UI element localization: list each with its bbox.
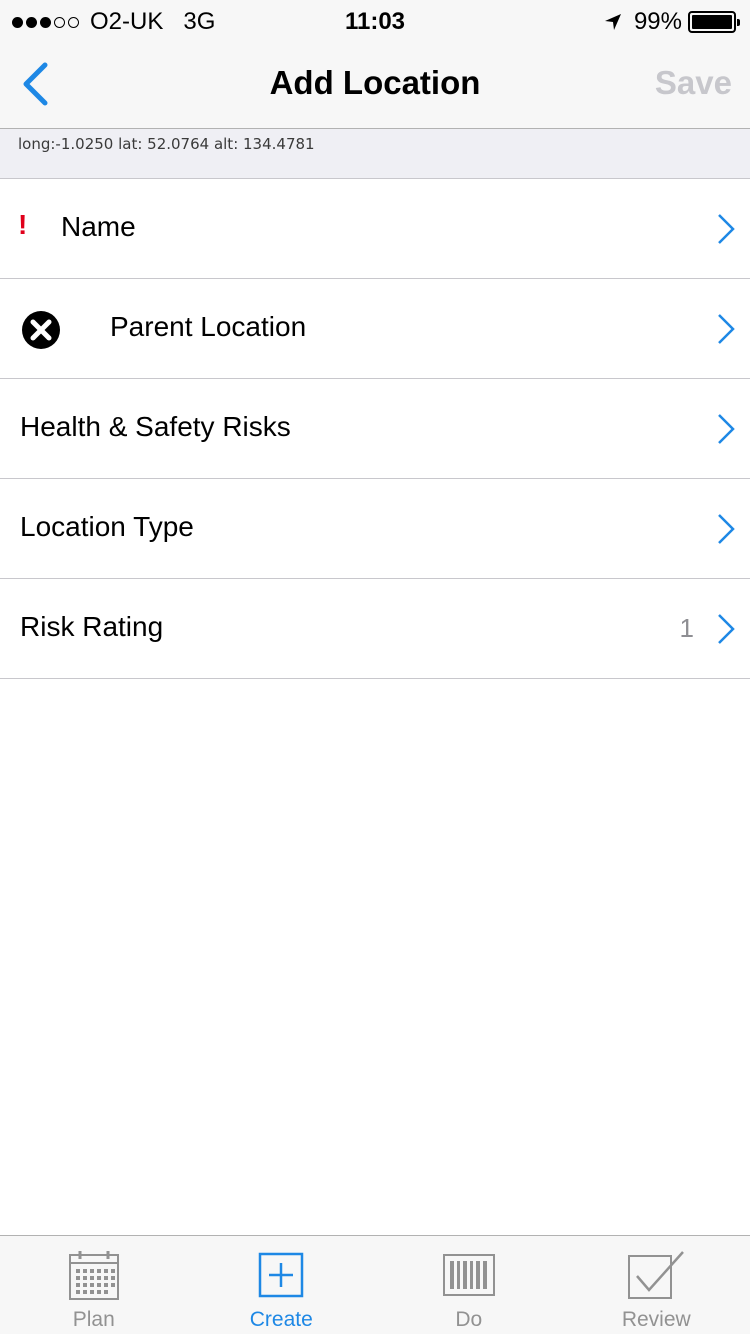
chevron-right-icon (716, 213, 736, 245)
chevron-right-icon (716, 313, 736, 345)
risk-rating-value: 1 (679, 613, 694, 643)
required-indicator: ! (18, 209, 28, 240)
form-list: ! Name Parent Location Health & Safety R… (0, 179, 750, 679)
chevron-right-icon (716, 413, 736, 445)
row-label: Parent Location (110, 311, 307, 342)
tab-plan[interactable]: Plan (0, 1236, 188, 1334)
plus-square-icon (188, 1248, 376, 1302)
row-label: Location Type (20, 511, 194, 542)
row-label: Health & Safety Risks (20, 411, 291, 442)
tab-label: Review (621, 1308, 691, 1331)
tab-label: Create (249, 1308, 313, 1331)
location-arrow-icon (604, 13, 622, 31)
tab-review[interactable]: Review (563, 1236, 750, 1334)
battery-level (692, 15, 732, 29)
tab-label: Do (455, 1308, 483, 1331)
location-type-row[interactable]: Location Type (0, 479, 750, 579)
health-safety-risks-row[interactable]: Health & Safety Risks (0, 379, 750, 479)
status-bar: O2-UK 3G 11:03 99% (0, 0, 750, 40)
tab-do[interactable]: Do (375, 1236, 563, 1334)
battery-cap (737, 19, 740, 26)
battery-icon (688, 11, 740, 33)
status-right: 99% (604, 8, 740, 36)
chevron-right-icon (716, 513, 736, 545)
battery-percent: 99% (633, 8, 682, 35)
coordinates-bar: long:-1.0250 lat: 52.0764 alt: 134.4781 (0, 129, 750, 179)
row-label: Risk Rating (20, 611, 164, 642)
tab-create[interactable]: Create (188, 1236, 376, 1334)
parent-location-row[interactable]: Parent Location (0, 279, 750, 379)
checkbox-icon (563, 1248, 750, 1302)
barcode-icon (375, 1248, 563, 1302)
save-button[interactable]: Save (655, 64, 732, 102)
coordinates-text: long:-1.0250 lat: 52.0764 alt: 134.4781 (18, 135, 315, 153)
risk-rating-row[interactable]: Risk Rating 1 (0, 579, 750, 679)
navigation-bar: Add Location Save (0, 40, 750, 129)
tab-label: Plan (72, 1308, 115, 1331)
row-label: Name (61, 211, 136, 242)
tab-bar: Plan Create Do Review (0, 1235, 750, 1334)
clear-icon[interactable] (20, 309, 62, 351)
page-title: Add Location (269, 64, 481, 101)
name-row[interactable]: ! Name (0, 179, 750, 279)
calendar-icon (0, 1248, 188, 1302)
chevron-right-icon (716, 613, 736, 645)
